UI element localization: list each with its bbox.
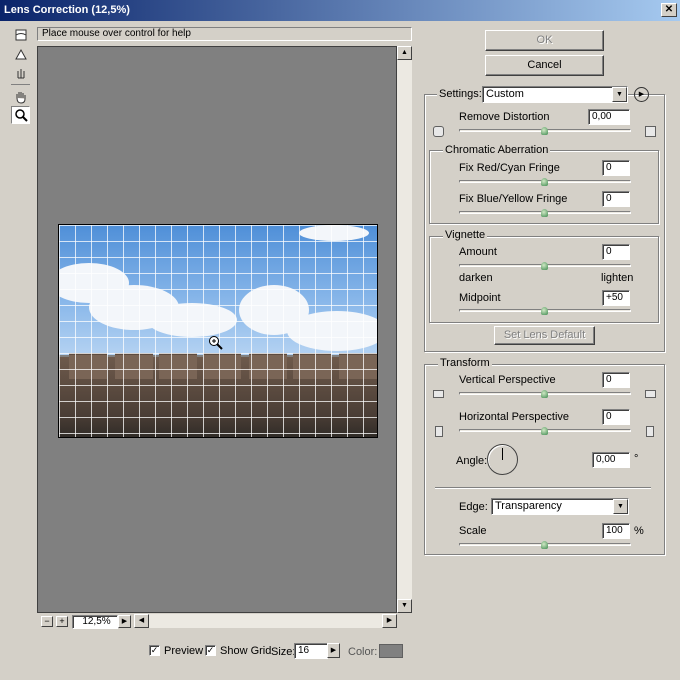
pincushion-distortion-icon	[645, 126, 656, 137]
edge-label: Edge:	[459, 501, 488, 513]
grid-color-label: Color:	[348, 646, 378, 658]
chevron-down-icon[interactable]: ▼	[613, 499, 628, 514]
blue-yellow-field[interactable]: 0	[602, 191, 630, 207]
scroll-right-arrow-icon[interactable]: ▶	[382, 614, 397, 628]
amount-field[interactable]: 0	[602, 244, 630, 260]
show-grid-checkbox[interactable]: ✓	[205, 645, 216, 656]
zoom-tool-icon[interactable]	[11, 106, 30, 124]
window-title: Lens Correction (12,5%)	[4, 4, 130, 16]
angle-unit: °	[634, 453, 639, 465]
help-text-bar: Place mouse over control for help	[37, 27, 412, 41]
scale-unit: %	[634, 525, 644, 537]
hand-tool-icon[interactable]	[11, 88, 30, 106]
settings-value: Custom	[486, 88, 524, 100]
red-cyan-slider[interactable]	[459, 178, 631, 186]
vignette-title: Vignette	[443, 229, 488, 241]
vertical-perspective-slider[interactable]	[459, 390, 631, 398]
red-cyan-label: Fix Red/Cyan Fringe	[459, 162, 560, 174]
preview-label[interactable]: Preview	[164, 645, 203, 657]
preview-image[interactable]	[58, 224, 378, 438]
zoom-menu-arrow-icon[interactable]: ▶	[118, 615, 131, 628]
midpoint-slider[interactable]	[459, 307, 631, 315]
scale-slider[interactable]	[459, 541, 631, 549]
show-grid-label[interactable]: Show Grid	[220, 645, 271, 657]
blue-yellow-slider-thumb[interactable]	[541, 209, 548, 217]
transform-title: Transform	[438, 357, 492, 369]
vertical-perspective-out-icon	[645, 390, 656, 398]
zoom-cursor-icon	[209, 336, 223, 350]
horizontal-scrollbar[interactable]	[134, 614, 397, 628]
chromatic-aberration-title: Chromatic Aberration	[443, 144, 551, 156]
vertical-scrollbar[interactable]	[397, 46, 412, 613]
edge-dropdown[interactable]: Transparency ▼	[491, 498, 629, 515]
scale-field[interactable]: 100	[602, 523, 630, 539]
close-icon[interactable]: ✕	[661, 3, 677, 17]
zoom-out-button[interactable]: −	[41, 616, 53, 627]
edge-value: Transparency	[495, 500, 562, 512]
window-title-bar[interactable]: Lens Correction (12,5%) ✕	[0, 0, 680, 21]
grid-size-field[interactable]: 16	[294, 643, 328, 659]
scroll-left-arrow-icon[interactable]: ◀	[134, 614, 149, 628]
red-cyan-field[interactable]: 0	[602, 160, 630, 176]
scale-slider-thumb[interactable]	[541, 541, 548, 549]
transform-divider	[435, 487, 651, 489]
barrel-distortion-icon	[433, 126, 444, 137]
alignment-grid	[59, 225, 377, 437]
settings-menu-icon[interactable]: ▶	[634, 87, 649, 102]
horizontal-perspective-in-icon	[435, 426, 443, 437]
scroll-down-arrow-icon[interactable]: ▼	[397, 599, 412, 613]
settings-label-text: Settings:	[439, 88, 482, 100]
cancel-button[interactable]: Cancel	[485, 55, 604, 76]
zoom-in-button[interactable]: +	[56, 616, 68, 627]
red-cyan-slider-thumb[interactable]	[541, 178, 548, 186]
vertical-perspective-label: Vertical Perspective	[459, 374, 556, 386]
angle-label: Angle:	[456, 455, 488, 467]
preview-checkbox[interactable]: ✓	[149, 645, 160, 656]
grid-size-arrow-icon[interactable]: ▶	[327, 643, 340, 658]
lighten-label: lighten	[601, 272, 634, 284]
amount-slider[interactable]	[459, 262, 631, 270]
settings-label: Settings:	[437, 89, 484, 101]
grid-color-swatch[interactable]	[379, 644, 403, 658]
midpoint-label: Midpoint	[459, 292, 501, 304]
zoom-level-field[interactable]: 12,5%	[72, 615, 118, 629]
remove-distortion-label: Remove Distortion	[459, 111, 550, 123]
horizontal-perspective-slider-thumb[interactable]	[541, 427, 548, 435]
vertical-perspective-field[interactable]: 0	[602, 372, 630, 388]
darken-label: darken	[459, 272, 493, 284]
blue-yellow-slider[interactable]	[459, 209, 631, 217]
straighten-tool-icon[interactable]	[11, 45, 30, 63]
move-grid-tool-icon[interactable]	[11, 64, 30, 82]
scale-label: Scale	[459, 525, 487, 537]
amount-label: Amount	[459, 246, 497, 258]
amount-slider-thumb[interactable]	[541, 262, 548, 270]
remove-distortion-tool-icon[interactable]	[11, 26, 30, 44]
vertical-perspective-slider-thumb[interactable]	[541, 390, 548, 398]
remove-distortion-slider[interactable]	[459, 127, 631, 135]
remove-distortion-slider-thumb[interactable]	[541, 127, 548, 135]
horizontal-perspective-field[interactable]: 0	[602, 409, 630, 425]
toolbar-divider	[11, 84, 30, 85]
horizontal-perspective-out-icon	[646, 426, 654, 437]
blue-yellow-label: Fix Blue/Yellow Fringe	[459, 193, 568, 205]
settings-dropdown[interactable]: Custom ▼	[482, 86, 628, 103]
scroll-up-arrow-icon[interactable]: ▲	[397, 46, 412, 60]
angle-field[interactable]: 0,00	[592, 452, 630, 468]
midpoint-slider-thumb[interactable]	[541, 307, 548, 315]
angle-dial-icon[interactable]	[487, 444, 518, 475]
horizontal-perspective-label: Horizontal Perspective	[459, 411, 570, 423]
chevron-down-icon[interactable]: ▼	[612, 87, 627, 102]
set-lens-default-button[interactable]: Set Lens Default	[494, 326, 595, 345]
grid-size-label: Size:	[271, 646, 296, 658]
ok-button[interactable]: OK	[485, 30, 604, 51]
vertical-perspective-in-icon	[433, 390, 444, 398]
midpoint-field[interactable]: +50	[602, 290, 630, 306]
remove-distortion-field[interactable]: 0,00	[588, 109, 630, 125]
horizontal-perspective-slider[interactable]	[459, 427, 631, 435]
